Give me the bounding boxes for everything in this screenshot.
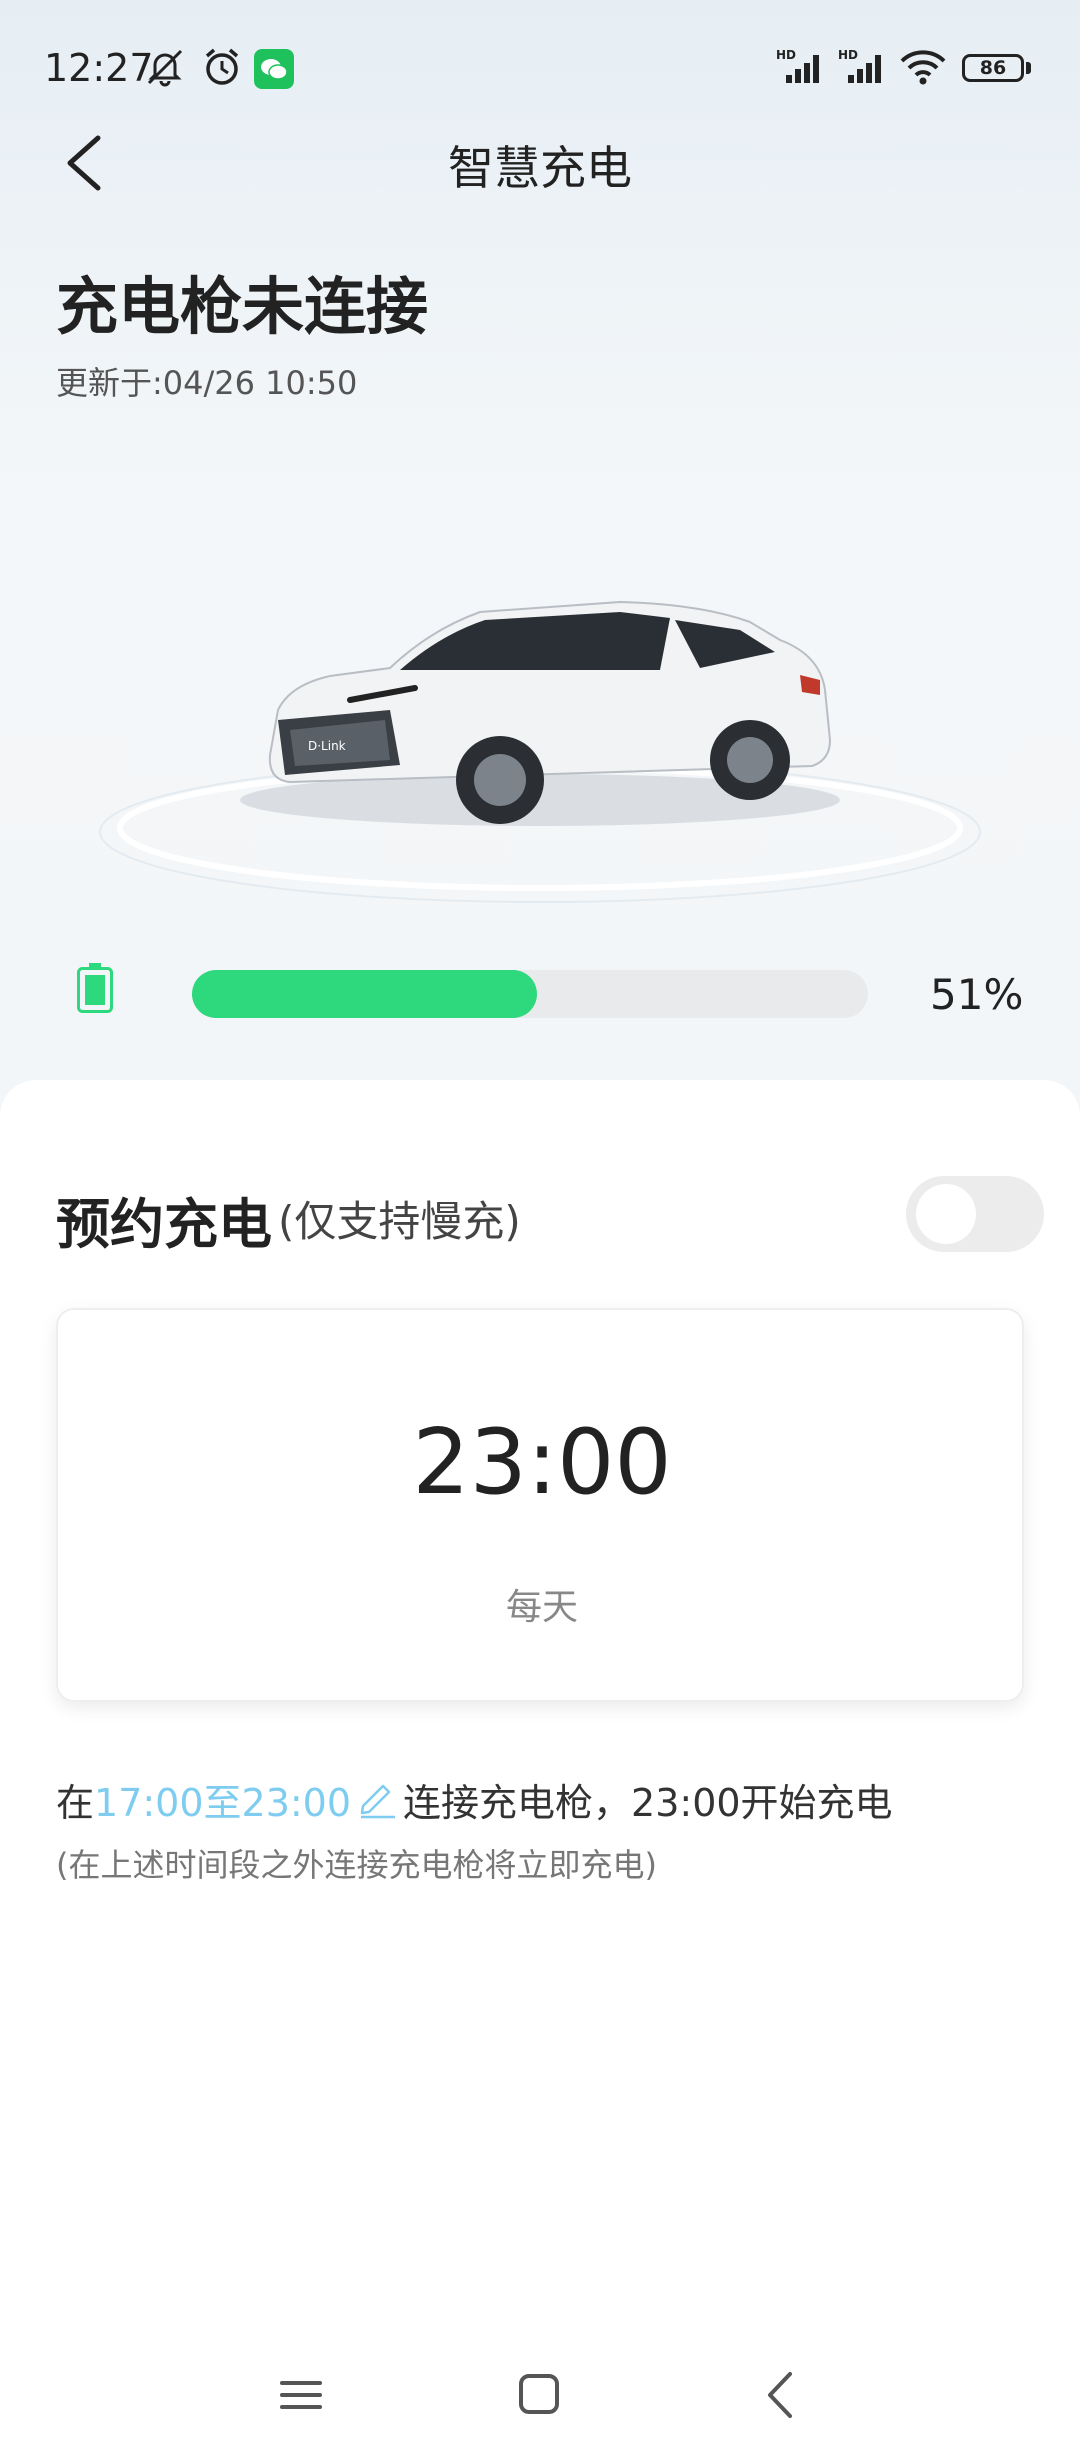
schedule-repeat: 每天 (505, 1587, 578, 1628)
signal-hd-icon: HD (838, 46, 890, 88)
battery-percent: 51% (930, 970, 1024, 1019)
page-title: 智慧充电 (448, 141, 632, 195)
nav-back-button[interactable] (758, 2360, 804, 2430)
charge-window-note: (在上述时间段之外连接充电枪将立即充电) (56, 1846, 657, 1884)
window-range[interactable]: 17:00至23:00 (94, 1781, 351, 1825)
update-time: 更新于:04/26 10:50 (56, 364, 358, 402)
wifi-icon (898, 46, 948, 88)
nav-menu-button[interactable] (278, 2360, 324, 2430)
battery-progress-bar (192, 970, 868, 1018)
toggle-knob (916, 1184, 976, 1244)
battery-progress-fill (192, 970, 537, 1018)
battery-indicator: 86 (962, 54, 1024, 82)
svg-text:D·Link: D·Link (308, 739, 346, 753)
signal-hd-icon: HD (776, 46, 828, 88)
menu-icon (280, 2381, 322, 2409)
window-prefix: 在 (56, 1781, 95, 1825)
battery-icon (76, 962, 114, 1014)
window-suffix: 连接充电枪，23:00开始充电 (403, 1781, 893, 1825)
back-icon (768, 2372, 792, 2418)
schedule-toggle[interactable] (906, 1176, 1044, 1252)
mute-bell-icon (142, 46, 188, 88)
car-image: D·Link (60, 560, 1020, 920)
schedule-subtitle: (仅支持慢充) (278, 1197, 521, 1246)
svg-text:HD: HD (838, 48, 858, 62)
schedule-card: 预约充电 (仅支持慢充) 23:00 每天 在17:00至23:00 连接充电枪，… (0, 1080, 1080, 2460)
charge-status-title: 充电枪未连接 (56, 270, 429, 343)
schedule-title: 预约充电 (56, 1193, 272, 1256)
battery-tip (1026, 62, 1031, 74)
svg-text:HD: HD (776, 48, 796, 62)
wechat-icon (254, 49, 294, 89)
schedule-time-card[interactable]: 23:00 每天 (56, 1308, 1024, 1702)
status-bar: 12:27 HD HD 86 (0, 0, 1080, 140)
home-icon (519, 2374, 559, 2414)
nav-home-button[interactable] (516, 2360, 562, 2430)
edit-icon[interactable] (355, 1776, 399, 1820)
charge-window-text: 在17:00至23:00 连接充电枪，23:00开始充电 (56, 1772, 893, 1827)
status-time: 12:27 (44, 46, 154, 90)
alarm-icon (200, 46, 244, 88)
schedule-time: 23:00 (412, 1410, 672, 1515)
